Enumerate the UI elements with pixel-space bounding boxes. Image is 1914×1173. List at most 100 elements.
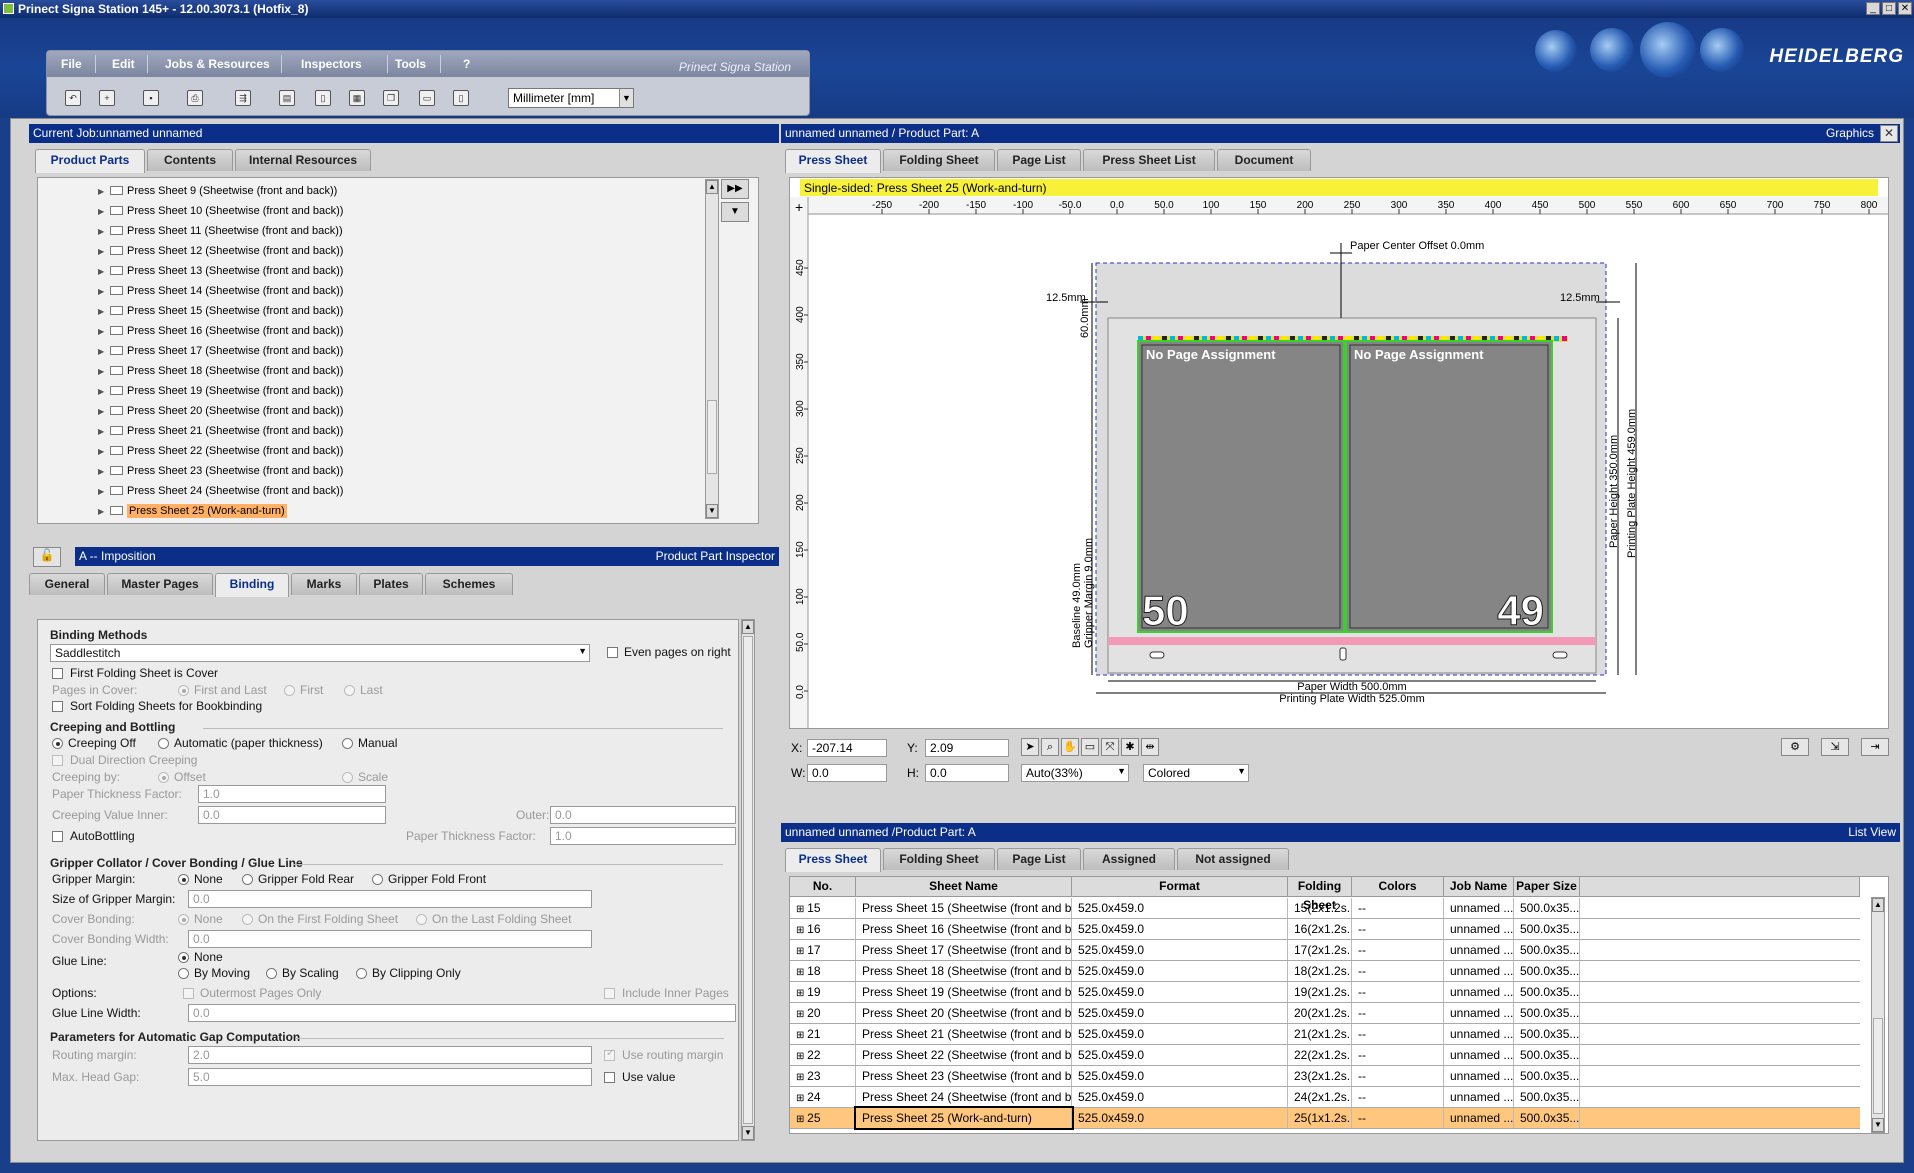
- chevron-right-icon[interactable]: ▶: [98, 463, 108, 481]
- column-header[interactable]: No.: [790, 877, 856, 897]
- blank-page-icon[interactable]: ▯: [453, 90, 469, 106]
- menu-inspectors[interactable]: Inspectors: [301, 57, 362, 71]
- table-row[interactable]: ⊞ 20 Press Sheet 20 (Sheetwise (front and…: [790, 1003, 1860, 1024]
- sort-folding-checkbox[interactable]: [52, 701, 63, 712]
- size-gripper-field[interactable]: 0.0: [188, 890, 592, 908]
- tab-press-sheet[interactable]: Press Sheet: [785, 149, 881, 173]
- expand-all-icon[interactable]: ▶▶: [721, 179, 749, 199]
- cover-last-radio[interactable]: [416, 914, 427, 925]
- use-routing-margin-checkbox[interactable]: [604, 1048, 615, 1061]
- by-moving-radio[interactable]: [178, 968, 189, 979]
- mark-tool-icon[interactable]: ✱: [1121, 738, 1139, 756]
- tab-schemes[interactable]: Schemes: [425, 573, 513, 595]
- table-row[interactable]: ⊞ 16 Press Sheet 16 (Sheetwise (front and…: [790, 919, 1860, 940]
- first-and-last-radio[interactable]: [178, 685, 189, 696]
- tab-list-press-sheet[interactable]: Press Sheet: [785, 848, 881, 872]
- close-window-button[interactable]: ✕: [1898, 2, 1912, 15]
- sheet-icon[interactable]: ▤: [279, 90, 295, 106]
- table-row[interactable]: ⊞ 21 Press Sheet 21 (Sheetwise (front and…: [790, 1024, 1860, 1045]
- scroll-down-button[interactable]: ▼: [742, 1126, 754, 1140]
- tab-list-not-assigned[interactable]: Not assigned: [1177, 848, 1289, 870]
- tree-scrollbar[interactable]: ▲ ▼: [705, 179, 719, 519]
- scale-radio[interactable]: [342, 772, 353, 783]
- settings-icon[interactable]: ⚙: [1781, 738, 1809, 756]
- chevron-right-icon[interactable]: ▶: [98, 323, 108, 341]
- column-header[interactable]: Folding Sheet: [1288, 877, 1352, 912]
- tree-item[interactable]: ▶ Press Sheet 25 (Work-and-turn): [98, 502, 287, 520]
- tree-item[interactable]: ▶ Press Sheet 19 (Sheetwise (front and ba…: [98, 382, 343, 400]
- chevron-right-icon[interactable]: ▶: [98, 243, 108, 261]
- lock-icon[interactable]: 🔓: [33, 547, 61, 567]
- table-row[interactable]: ⊞ 24 Press Sheet 24 (Sheetwise (front and…: [790, 1087, 1860, 1108]
- tab-press-sheet-list[interactable]: Press Sheet List: [1083, 149, 1215, 171]
- import-graphics-icon[interactable]: ⇲: [1821, 738, 1849, 756]
- tab-marks[interactable]: Marks: [291, 573, 357, 595]
- maximize-button[interactable]: □: [1882, 2, 1896, 15]
- tab-document[interactable]: Document: [1217, 149, 1311, 171]
- scroll-down-button[interactable]: ▼: [706, 504, 718, 518]
- chevron-right-icon[interactable]: ▶: [98, 403, 108, 421]
- gripper-fold-rear-radio[interactable]: [242, 874, 253, 885]
- tree-item[interactable]: ▶ Press Sheet 23 (Sheetwise (front and ba…: [98, 462, 343, 480]
- hand-tool-icon[interactable]: ✋: [1061, 738, 1079, 756]
- print-icon[interactable]: ⎙: [187, 90, 203, 106]
- tab-list-folding-sheet[interactable]: Folding Sheet: [883, 848, 995, 870]
- tree-item[interactable]: ▶ Press Sheet 11 (Sheetwise (front and ba…: [98, 222, 343, 240]
- tree-item[interactable]: ▶ Press Sheet 14 (Sheetwise (front and ba…: [98, 282, 343, 300]
- include-inner-checkbox[interactable]: [604, 988, 615, 999]
- column-header[interactable]: Sheet Name: [856, 877, 1072, 897]
- pages-icon[interactable]: ❐: [383, 90, 399, 106]
- tab-plates[interactable]: Plates: [359, 573, 423, 595]
- tab-list-assigned[interactable]: Assigned: [1083, 848, 1175, 870]
- table-row[interactable]: ⊞ 23 Press Sheet 23 (Sheetwise (front and…: [790, 1066, 1860, 1087]
- tab-page-list[interactable]: Page List: [997, 149, 1081, 171]
- tree-item[interactable]: ▶ Press Sheet 15 (Sheetwise (front and ba…: [98, 302, 343, 320]
- tree-item[interactable]: ▶ Press Sheet 9 (Sheetwise (front and bac…: [98, 182, 337, 200]
- chevron-right-icon[interactable]: ▶: [98, 183, 108, 201]
- tree-item[interactable]: ▶ Press Sheet 16 (Sheetwise (front and ba…: [98, 322, 343, 340]
- table-row[interactable]: ⊞ 17 Press Sheet 17 (Sheetwise (front and…: [790, 940, 1860, 961]
- chevron-right-icon[interactable]: ▶: [98, 303, 108, 321]
- scroll-thumb[interactable]: [1873, 1018, 1883, 1114]
- chevron-right-icon[interactable]: ▶: [98, 503, 108, 521]
- tab-general[interactable]: General: [29, 573, 105, 595]
- document-icon[interactable]: ▭: [419, 90, 435, 106]
- last-radio[interactable]: [344, 685, 355, 696]
- scroll-up-button[interactable]: ▲: [1872, 898, 1884, 912]
- routing-margin-field[interactable]: 2.0: [188, 1046, 592, 1064]
- first-folding-cover-checkbox[interactable]: [52, 668, 63, 679]
- chevron-right-icon[interactable]: ▶: [98, 263, 108, 281]
- chevron-right-icon[interactable]: ▶: [98, 483, 108, 501]
- paper-thickness-field-2[interactable]: 1.0: [550, 827, 736, 845]
- save-icon[interactable]: ▪: [143, 90, 159, 106]
- paper-thickness-field[interactable]: 1.0: [198, 785, 386, 803]
- column-header[interactable]: Colors: [1352, 877, 1444, 897]
- by-clipping-radio[interactable]: [356, 968, 367, 979]
- tree-item[interactable]: ▶ Press Sheet 17 (Sheetwise (front and ba…: [98, 342, 343, 360]
- tab-list-page-list[interactable]: Page List: [997, 848, 1081, 870]
- fit-tool-icon[interactable]: ⤧: [1101, 738, 1119, 756]
- tree-item[interactable]: ▶ Press Sheet 12 (Sheetwise (front and ba…: [98, 242, 343, 260]
- y-field[interactable]: 2.09: [925, 739, 1009, 757]
- gripper-fold-front-radio[interactable]: [372, 874, 383, 885]
- glue-line-width-field[interactable]: 0.0: [188, 1004, 736, 1022]
- glue-none-radio[interactable]: [178, 952, 189, 963]
- menu-edit[interactable]: Edit: [112, 57, 135, 71]
- chevron-right-icon[interactable]: ▶: [98, 383, 108, 401]
- chevron-right-icon[interactable]: ▶: [98, 443, 108, 461]
- measure-tool-icon[interactable]: ⇹: [1141, 738, 1159, 756]
- x-field[interactable]: -207.14: [807, 739, 887, 757]
- by-scaling-radio[interactable]: [266, 968, 277, 979]
- outer-field[interactable]: 0.0: [550, 806, 736, 824]
- tree-item[interactable]: ▶ Press Sheet 22 (Sheetwise (front and ba…: [98, 442, 343, 460]
- tree-item[interactable]: ▶ Press Sheet 24 (Sheetwise (front and ba…: [98, 482, 343, 500]
- zoom-tool-icon[interactable]: ⌕: [1041, 738, 1059, 756]
- cover-none-radio[interactable]: [178, 914, 189, 925]
- table-row[interactable]: ⊞ 18 Press Sheet 18 (Sheetwise (front and…: [790, 961, 1860, 982]
- table-row[interactable]: ⊞ 22 Press Sheet 22 (Sheetwise (front and…: [790, 1045, 1860, 1066]
- use-value-checkbox[interactable]: [604, 1072, 615, 1083]
- minimize-button[interactable]: _: [1866, 2, 1880, 15]
- chevron-right-icon[interactable]: ▶: [98, 203, 108, 221]
- color-mode-select[interactable]: Colored ▼: [1143, 764, 1249, 782]
- export-graphics-icon[interactable]: ⇥: [1861, 738, 1889, 756]
